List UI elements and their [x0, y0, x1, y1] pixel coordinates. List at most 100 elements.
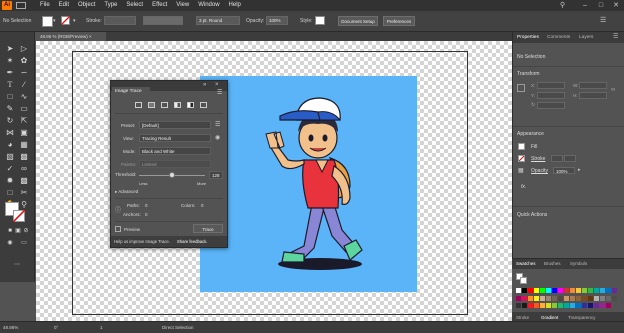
stroke-swatch[interactable]: [61, 16, 70, 25]
share-feedback-link[interactable]: Share feedback.: [177, 239, 208, 244]
type-tool-icon[interactable]: T: [4, 80, 16, 90]
color-swatch[interactable]: [552, 288, 557, 293]
color-swatch[interactable]: [528, 303, 533, 309]
color-swatch[interactable]: [606, 288, 611, 293]
close-tab-icon[interactable]: ×: [89, 34, 92, 39]
artwork-background[interactable]: [200, 76, 417, 292]
mode-select[interactable]: Black and White: [139, 147, 211, 155]
color-swatch[interactable]: [576, 288, 581, 293]
color-swatch[interactable]: [594, 303, 599, 309]
stroke-color-box[interactable]: [520, 277, 527, 284]
link-icon[interactable]: ∞: [611, 87, 615, 93]
canvas[interactable]: [36, 41, 512, 321]
zoom-tool-icon[interactable]: ⚲: [18, 200, 30, 210]
brush-definition-field[interactable]: 3 pt. Round: [196, 16, 240, 25]
auto-color-icon[interactable]: [135, 102, 142, 108]
color-swatch[interactable]: [582, 288, 587, 293]
rotation-angle[interactable]: 0°: [54, 322, 58, 333]
blend-tool-icon[interactable]: ∞: [18, 164, 30, 174]
color-swatch[interactable]: [534, 288, 539, 293]
direct-selection-tool-icon[interactable]: ▷: [18, 44, 30, 54]
color-swatch[interactable]: [564, 288, 569, 293]
screen-mode-icon[interactable]: ▭: [18, 238, 30, 248]
perspective-grid-icon[interactable]: ▦: [18, 140, 30, 150]
h-field[interactable]: [579, 92, 607, 99]
color-swatch[interactable]: [600, 295, 605, 301]
color-swatch[interactable]: [588, 288, 593, 293]
gradient-tool-icon[interactable]: ▩: [18, 152, 30, 162]
width-tool-icon[interactable]: ⋈: [4, 128, 16, 138]
menu-file[interactable]: File: [40, 0, 50, 11]
color-swatch[interactable]: [570, 288, 575, 293]
slice-tool-icon[interactable]: ✂: [18, 188, 30, 198]
magic-wand-icon[interactable]: ✶: [4, 56, 16, 66]
tab-swatches[interactable]: Swatches: [516, 259, 536, 269]
color-swatch[interactable]: [582, 295, 587, 301]
color-swatch[interactable]: [516, 295, 521, 301]
document-setup-button[interactable]: Document Setup: [338, 16, 378, 26]
document-tab[interactable]: 48.86 % (RGB/Preview) ×: [36, 32, 106, 41]
menu-help[interactable]: Help: [229, 0, 241, 11]
fill-color-box[interactable]: [518, 143, 525, 150]
stroke-dropdown-icon[interactable]: ▾: [73, 18, 76, 24]
home-icon[interactable]: [16, 2, 26, 9]
artboard-tool-icon[interactable]: □: [4, 188, 16, 198]
eyedropper-icon[interactable]: ✓: [4, 164, 16, 174]
trace-button[interactable]: Trace: [193, 224, 223, 233]
panel-title[interactable]: Image Trace: [112, 87, 150, 97]
stroke-color-box[interactable]: [13, 210, 25, 222]
rotate-tool-icon[interactable]: ↻: [4, 116, 16, 126]
color-swatch[interactable]: [522, 303, 527, 309]
color-swatch[interactable]: [534, 295, 539, 301]
preset-select[interactable]: [Default]: [139, 121, 211, 129]
close-panel-icon[interactable]: ×: [215, 81, 219, 89]
pencil-icon[interactable]: ✎: [4, 104, 16, 114]
black-white-icon[interactable]: [187, 102, 194, 108]
color-swatch[interactable]: [576, 295, 581, 301]
menu-view[interactable]: View: [176, 0, 189, 11]
maximize-icon[interactable]: □: [594, 0, 608, 11]
stroke-label[interactable]: Stroke: [531, 156, 545, 162]
high-color-icon[interactable]: [148, 102, 155, 108]
rectangle-tool-icon[interactable]: □: [4, 92, 16, 102]
color-swatch[interactable]: [552, 295, 557, 301]
close-icon[interactable]: ✕: [609, 0, 623, 11]
threshold-field[interactable]: 128: [209, 171, 223, 179]
tab-layers[interactable]: Layers: [579, 32, 593, 43]
color-swatch[interactable]: [594, 288, 599, 293]
color-swatch[interactable]: [588, 303, 593, 309]
view-select[interactable]: Tracing Result: [139, 134, 211, 142]
graph-tool-icon[interactable]: ▩: [18, 176, 30, 186]
color-swatch[interactable]: [534, 303, 539, 309]
color-swatch[interactable]: [588, 295, 593, 301]
shape-builder-icon[interactable]: ◕: [4, 140, 16, 150]
menu-type[interactable]: Type: [104, 0, 117, 11]
lasso-icon[interactable]: ✿: [18, 56, 30, 66]
rotate-icon[interactable]: ↻: [531, 102, 535, 108]
variable-width-field[interactable]: [143, 16, 183, 25]
color-swatch[interactable]: [522, 288, 527, 293]
color-swatch[interactable]: [564, 295, 569, 301]
color-swatch[interactable]: [576, 303, 581, 309]
color-swatch[interactable]: [612, 288, 617, 293]
pen-tool-icon[interactable]: ✒: [4, 68, 16, 78]
eraser-icon[interactable]: ▭: [18, 104, 30, 114]
color-swatch[interactable]: [516, 288, 521, 293]
search-icon[interactable]: ⚲: [560, 2, 568, 9]
preset-menu-icon[interactable]: ☰: [215, 121, 220, 128]
y-field[interactable]: [537, 92, 565, 99]
reference-point-icon[interactable]: [517, 84, 525, 92]
fill-dropdown-icon[interactable]: ▾: [53, 18, 56, 24]
none-mode-icon[interactable]: ⊘: [20, 226, 32, 236]
preview-checkbox[interactable]: [115, 226, 121, 232]
menu-object[interactable]: Object: [78, 0, 95, 11]
artboard-number[interactable]: 1: [100, 322, 103, 333]
color-swatch[interactable]: [516, 303, 521, 309]
opacity-field[interactable]: 100%: [266, 16, 288, 25]
color-swatch[interactable]: [570, 303, 575, 309]
scale-tool-icon[interactable]: ⇱: [18, 116, 30, 126]
style-swatch[interactable]: [315, 16, 325, 25]
grayscale-icon[interactable]: [174, 102, 181, 108]
fill-swatch[interactable]: [42, 16, 53, 27]
rotate-field[interactable]: [537, 102, 565, 109]
